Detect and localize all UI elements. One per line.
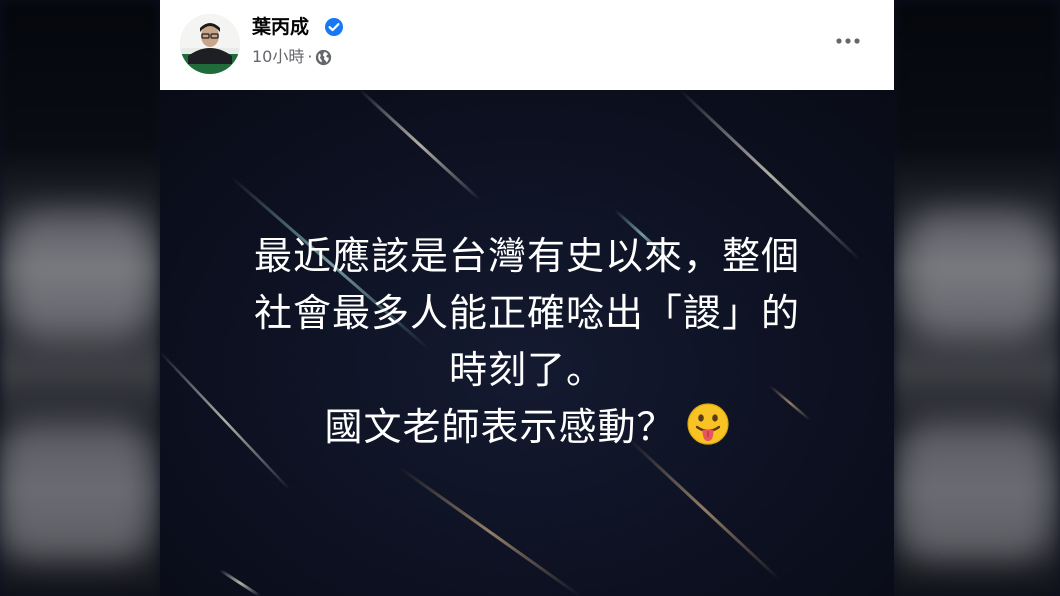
- post-text-line-4: 國文老師表示感動？: [160, 399, 894, 456]
- post-header: 葉丙成 10小時 ·: [160, 0, 894, 90]
- post-text-line-3: 時刻了。: [448, 348, 605, 392]
- post-text-line-1: 最近應該是台灣有史以來，整個: [253, 234, 800, 278]
- post-timestamp[interactable]: 10小時: [252, 46, 304, 68]
- post-image[interactable]: 最近應該是台灣有史以來，整個 社會最多人能正確唸出「謖」的 時刻了。 國文老師表…: [160, 90, 894, 596]
- post-meta: 10小時 ·: [252, 46, 332, 68]
- post-text-line-2: 社會最多人能正確唸出「謖」的: [253, 291, 800, 335]
- verified-badge-icon: [325, 18, 343, 36]
- author-avatar[interactable]: [180, 14, 240, 74]
- blurred-background-right: [894, 0, 1060, 596]
- post-text-line-4-text: 國文老師表示感動？: [324, 405, 676, 449]
- facebook-post-card: 葉丙成 10小時 · 最近應該是台灣有史以來，整個 社會最多人能正確唸出「謖」的…: [160, 0, 894, 596]
- meta-separator: ·: [307, 47, 313, 66]
- tongue-out-emoji-icon: [686, 403, 729, 445]
- globe-icon[interactable]: [315, 49, 332, 66]
- blurred-background-left: [0, 0, 160, 596]
- more-options-icon[interactable]: [830, 28, 866, 54]
- screenshot-stage: 葉丙成 10小時 · 最近應該是台灣有史以來，整個 社會最多人能正確唸出「謖」的…: [0, 0, 1060, 596]
- author-name[interactable]: 葉丙成: [252, 14, 309, 40]
- post-text: 最近應該是台灣有史以來，整個 社會最多人能正確唸出「謖」的 時刻了。 國文老師表…: [160, 228, 894, 456]
